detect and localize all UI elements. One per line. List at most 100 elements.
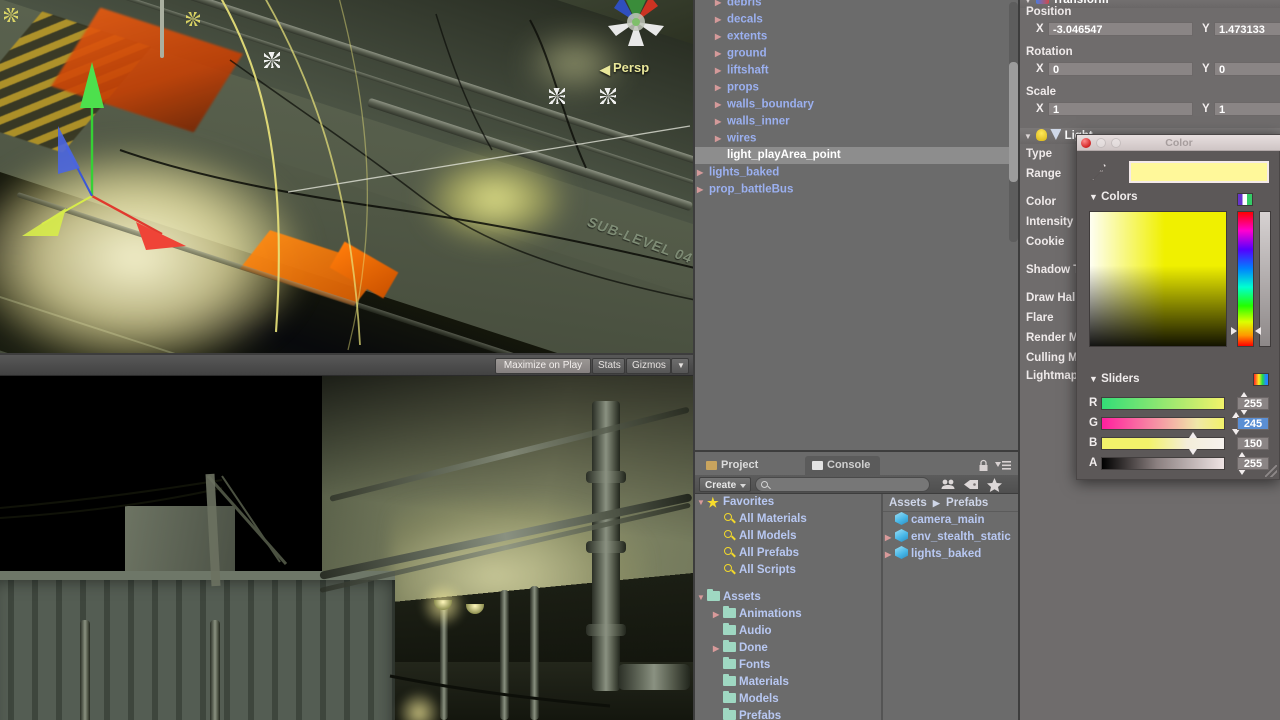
- color-preview-swatch[interactable]: [1129, 161, 1269, 183]
- hue-marker-left[interactable]: [1231, 327, 1237, 335]
- perspective-toggle-arrow[interactable]: ◀: [600, 62, 610, 78]
- colors-section-header[interactable]: ▼ Colors: [1089, 191, 1138, 203]
- expand-arrow-icon[interactable]: ▶: [713, 606, 723, 623]
- favorites-item-All Scripts[interactable]: All Scripts: [695, 562, 881, 579]
- lock-icon[interactable]: [978, 459, 989, 472]
- slider-track-a[interactable]: [1101, 457, 1225, 470]
- expand-arrow-icon[interactable]: ▶: [715, 11, 725, 28]
- game-view[interactable]: [0, 376, 695, 720]
- hierarchy-item-ground[interactable]: ▶ ground: [695, 45, 1020, 62]
- transform-position-x-field[interactable]: -3.046547: [1048, 22, 1193, 36]
- project-contents[interactable]: Assets ▶ Prefabs camera_main ▶ env_stealth…: [883, 494, 1020, 720]
- favorites-item-All Models[interactable]: All Models: [695, 528, 881, 545]
- light-gizmo-icon-3[interactable]: [264, 52, 280, 68]
- expand-arrow-icon[interactable]: ▶: [885, 546, 895, 563]
- create-button[interactable]: Create: [699, 477, 752, 492]
- dock-splitter-horizontal-1[interactable]: [695, 450, 1020, 452]
- expand-arrow-icon[interactable]: ▼: [697, 589, 707, 606]
- expand-arrow-icon[interactable]: ▶: [715, 28, 725, 45]
- hierarchy-item-lights_baked[interactable]: ▶ lights_baked: [695, 164, 1020, 181]
- resize-grip[interactable]: [1265, 465, 1277, 477]
- light-foldout-icon[interactable]: ▼: [1024, 129, 1033, 145]
- assets-folder-Animations[interactable]: ▶ Animations: [695, 606, 881, 623]
- expand-arrow-icon[interactable]: ▶: [715, 0, 725, 11]
- slider-track-r[interactable]: [1101, 397, 1225, 410]
- expand-arrow-icon[interactable]: ▶: [715, 113, 725, 130]
- project-tree[interactable]: ▼ ★ Favorites All Materials All Models All Pr…: [695, 494, 881, 720]
- filter-label-icon[interactable]: [961, 477, 982, 492]
- hue-marker-right[interactable]: [1255, 327, 1261, 335]
- assets-folder-Fonts[interactable]: Fonts: [695, 657, 881, 674]
- slider-knob-top-b[interactable]: [1189, 432, 1197, 438]
- slider-value-g[interactable]: 245: [1237, 417, 1269, 430]
- hierarchy-item-extents[interactable]: ▶ extents: [695, 28, 1020, 45]
- slider-track-b[interactable]: [1101, 437, 1225, 450]
- favorite-star-icon[interactable]: [984, 477, 1005, 492]
- tab-project[interactable]: Project: [699, 456, 769, 475]
- gizmos-button[interactable]: Gizmos: [626, 358, 671, 374]
- colors-foldout-icon[interactable]: ▼: [1089, 192, 1098, 202]
- expand-arrow-icon[interactable]: ▶: [885, 529, 895, 546]
- scene-orientation-gizmo[interactable]: [596, 0, 676, 54]
- panel-menu-icon[interactable]: [995, 460, 1011, 471]
- hierarchy-item-debris[interactable]: ▶ debris: [695, 0, 1020, 11]
- favorites-item-All Prefabs[interactable]: All Prefabs: [695, 545, 881, 562]
- favorites-root[interactable]: ▼ ★ Favorites: [695, 494, 881, 511]
- slider-value-b[interactable]: 150: [1237, 437, 1269, 450]
- assets-folder-Audio[interactable]: Audio: [695, 623, 881, 640]
- transform-scale-x-field[interactable]: 1: [1048, 102, 1193, 116]
- hierarchy-scrollbar-thumb[interactable]: [1009, 62, 1018, 182]
- expand-arrow-icon[interactable]: ▶: [715, 79, 725, 96]
- slider-value-r[interactable]: 255: [1237, 397, 1269, 410]
- asset-item-lights_baked[interactable]: ▶ lights_baked: [883, 546, 1020, 563]
- asset-item-camera_main[interactable]: camera_main: [883, 512, 1020, 529]
- gizmos-dropdown-button[interactable]: ▼: [671, 358, 689, 374]
- transform-scale-y-field[interactable]: 1: [1214, 102, 1280, 116]
- hierarchy-item-liftshaft[interactable]: ▶ liftshaft: [695, 62, 1020, 79]
- dock-splitter-horizontal-2[interactable]: [0, 353, 693, 355]
- breadcrumb-current[interactable]: Prefabs: [946, 497, 988, 509]
- assets-folder-Models[interactable]: Models: [695, 691, 881, 708]
- transform-rotation-x-field[interactable]: 0: [1048, 62, 1193, 76]
- expand-arrow-icon[interactable]: ▶: [715, 62, 725, 79]
- sun-gizmo-icon-2[interactable]: [186, 12, 200, 26]
- transform-rotation-y-field[interactable]: 0: [1214, 62, 1280, 76]
- project-search-field[interactable]: [774, 479, 924, 491]
- hierarchy-item-prop_battleBus[interactable]: ▶ prop_battleBus: [695, 181, 1020, 198]
- light-gizmo-icon-2[interactable]: [600, 88, 616, 104]
- stats-button[interactable]: Stats: [592, 358, 625, 374]
- scene-view[interactable]: SUB-LEVEL 04 ◀ Persp: [0, 0, 695, 355]
- transform-position-y-field[interactable]: 1.473133: [1214, 22, 1280, 36]
- assets-folder-Materials[interactable]: Materials: [695, 674, 881, 691]
- saturation-value-field[interactable]: [1089, 211, 1227, 347]
- breadcrumb-root[interactable]: Assets: [889, 497, 927, 509]
- hue-slider[interactable]: [1237, 211, 1254, 347]
- project-search-input[interactable]: [755, 477, 930, 492]
- hierarchy-item-light_playArea_point[interactable]: light_playArea_point: [695, 147, 1020, 164]
- slider-mode-icon[interactable]: [1253, 373, 1269, 386]
- hierarchy-item-walls_boundary[interactable]: ▶ walls_boundary: [695, 96, 1020, 113]
- light-enabled-checkbox[interactable]: [1050, 129, 1062, 140]
- perspective-label[interactable]: Persp: [613, 60, 649, 75]
- expand-arrow-icon[interactable]: ▶: [713, 640, 723, 657]
- sliders-foldout-icon[interactable]: ▼: [1089, 374, 1098, 384]
- expand-arrow-icon[interactable]: ▶: [715, 96, 725, 113]
- slider-knob-bottom-b[interactable]: [1189, 449, 1197, 455]
- assets-folder-Prefabs[interactable]: Prefabs: [695, 708, 881, 720]
- hierarchy-panel[interactable]: ▶ debris ▶ decals ▶ extents ▶ ground ▶ liftshaft ▶…: [695, 0, 1020, 452]
- hierarchy-item-decals[interactable]: ▶ decals: [695, 11, 1020, 28]
- color-swatch-mode-icon[interactable]: [1237, 193, 1253, 206]
- maximize-on-play-button[interactable]: Maximize on Play: [495, 358, 591, 374]
- expand-arrow-icon[interactable]: ▶: [697, 164, 707, 181]
- dock-splitter-vertical-1[interactable]: [693, 0, 695, 720]
- hierarchy-item-wires[interactable]: ▶ wires: [695, 130, 1020, 147]
- expand-arrow-icon[interactable]: ▶: [715, 130, 725, 147]
- sun-gizmo-icon[interactable]: [4, 8, 18, 22]
- eyedropper-icon[interactable]: [1087, 161, 1111, 185]
- dock-splitter-vertical-2[interactable]: [1018, 0, 1020, 720]
- assets-folder-Done[interactable]: ▶ Done: [695, 640, 881, 657]
- breadcrumb[interactable]: Assets ▶ Prefabs: [883, 494, 1020, 512]
- light-gizmo-icon-1[interactable]: [549, 88, 565, 104]
- tab-console[interactable]: Console: [805, 456, 881, 475]
- hierarchy-scrollbar[interactable]: [1009, 2, 1018, 242]
